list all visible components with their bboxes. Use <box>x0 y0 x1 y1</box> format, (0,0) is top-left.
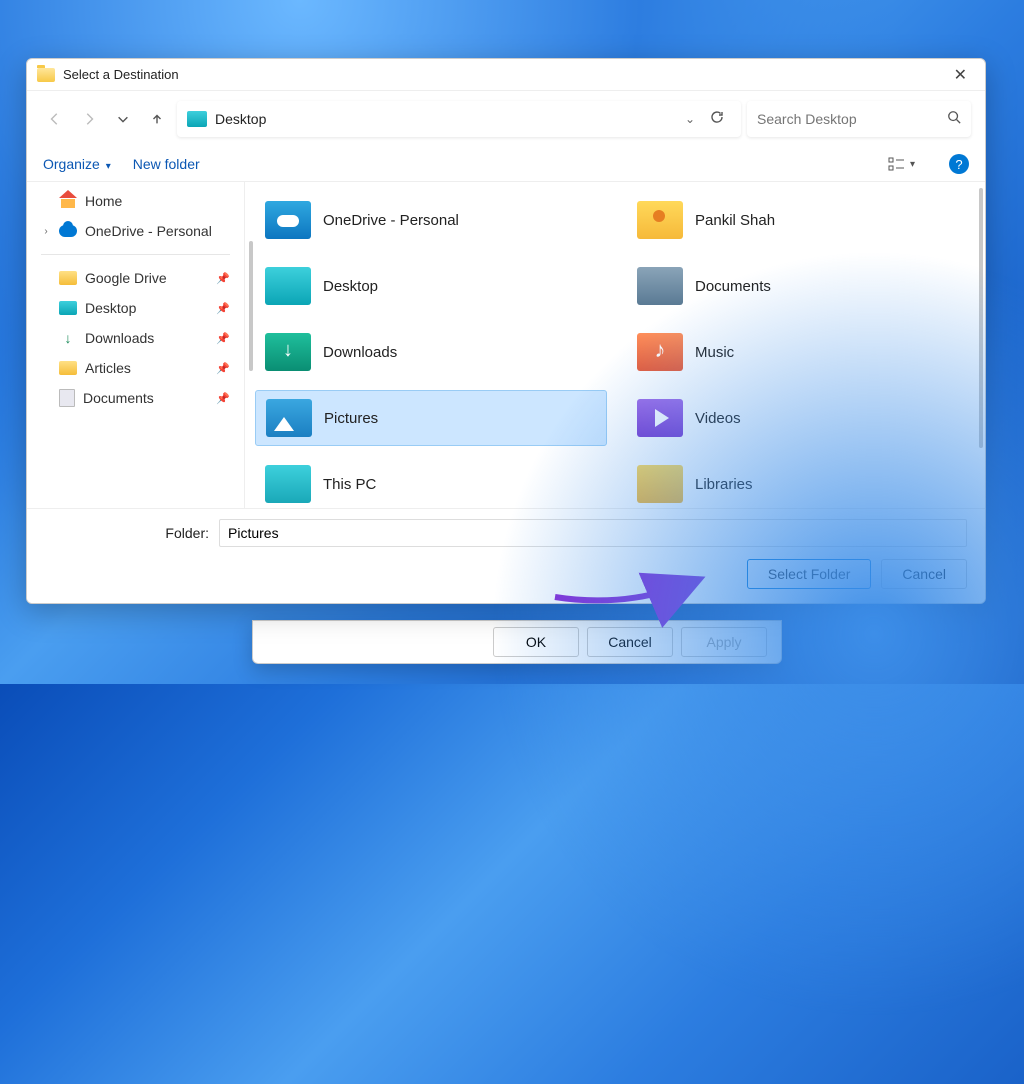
sidebar-item-label: Documents <box>83 390 154 406</box>
folder-icon <box>265 465 311 503</box>
sidebar-item-label: Desktop <box>85 300 136 316</box>
dialog-footer: Folder: Select Folder Cancel <box>27 508 985 603</box>
ok-button[interactable]: OK <box>493 627 579 657</box>
help-button[interactable]: ? <box>949 154 969 174</box>
sidebar-item-label: Google Drive <box>85 270 167 286</box>
cancel-button-parent[interactable]: Cancel <box>587 627 673 657</box>
folder-tile-label: Documents <box>695 278 771 295</box>
select-destination-dialog: Select a Destination ✕ Desktop ⌄ Organiz… <box>26 58 986 604</box>
folder-icon <box>59 361 77 375</box>
dialog-body: Home › OneDrive - Personal Google Drive 📌… <box>27 181 985 508</box>
sidebar-item-pinned[interactable]: Desktop 📌 <box>27 293 244 323</box>
folder-icon <box>637 399 683 437</box>
forward-button[interactable] <box>75 105 103 133</box>
folder-tile[interactable]: Libraries <box>627 456 979 508</box>
folder-tile-label: Pankil Shah <box>695 212 775 229</box>
search-input[interactable] <box>757 111 947 127</box>
sidebar-item-pinned[interactable]: Google Drive 📌 <box>27 263 244 293</box>
folder-tile-label: OneDrive - Personal <box>323 212 459 229</box>
new-folder-button[interactable]: New folder <box>133 156 200 172</box>
folder-icon <box>59 301 77 315</box>
sidebar-item-label: OneDrive - Personal <box>85 223 212 239</box>
nav-sidebar: Home › OneDrive - Personal Google Drive 📌… <box>27 182 245 508</box>
apply-button: Apply <box>681 627 767 657</box>
folder-tile[interactable]: Music <box>627 324 979 380</box>
chevron-down-icon[interactable]: ⌄ <box>685 112 695 126</box>
folder-tile-label: Music <box>695 344 734 361</box>
up-button[interactable] <box>143 105 171 133</box>
desktop-icon <box>187 111 207 127</box>
folder-tile[interactable]: This PC <box>255 456 607 508</box>
folder-icon <box>637 465 683 503</box>
address-bar-text: Desktop <box>215 111 677 127</box>
recent-locations-button[interactable] <box>109 105 137 133</box>
folder-tile-label: Downloads <box>323 344 397 361</box>
folder-icon <box>265 267 311 305</box>
folder-field-label: Folder: <box>45 525 209 541</box>
sidebar-scrollbar[interactable] <box>249 241 253 371</box>
sidebar-item-label: Downloads <box>85 330 154 346</box>
search-icon <box>947 110 961 129</box>
folder-tile-label: Pictures <box>324 410 378 427</box>
folder-icon <box>59 271 77 285</box>
folder-view[interactable]: OneDrive - Personal Pankil Shah Desktop Doc… <box>245 182 985 508</box>
folder-icon <box>637 333 683 371</box>
sidebar-item-pinned[interactable]: ↓ Downloads 📌 <box>27 323 244 353</box>
folder-tile[interactable]: Pankil Shah <box>627 192 979 248</box>
folder-name-input[interactable] <box>219 519 967 547</box>
sidebar-item-pinned[interactable]: Documents 📌 <box>27 383 244 413</box>
organize-menu[interactable]: Organize ▾ <box>43 156 111 172</box>
folder-tile[interactable]: OneDrive - Personal <box>255 192 607 248</box>
sidebar-item-pinned[interactable]: Articles 📌 <box>27 353 244 383</box>
folder-icon <box>637 201 683 239</box>
sidebar-item-label: Home <box>85 193 122 209</box>
annotation-arrow <box>550 567 720 622</box>
folder-icon <box>265 333 311 371</box>
select-folder-button[interactable]: Select Folder <box>747 559 871 589</box>
pin-icon: 📌 <box>216 392 230 405</box>
cancel-button[interactable]: Cancel <box>881 559 967 589</box>
pin-icon: 📌 <box>216 332 230 345</box>
folder-icon <box>265 201 311 239</box>
sidebar-item-home[interactable]: Home <box>27 186 244 216</box>
folder-tile-label: This PC <box>323 476 376 493</box>
folder-tile[interactable]: Pictures <box>255 390 607 446</box>
folder-tile[interactable]: Documents <box>627 258 979 314</box>
view-options-button[interactable]: ▾ <box>888 156 915 172</box>
folder-tile[interactable]: Videos <box>627 390 979 446</box>
titlebar: Select a Destination ✕ <box>27 59 985 91</box>
home-icon <box>59 194 77 208</box>
address-bar[interactable]: Desktop ⌄ <box>177 101 741 137</box>
caret-down-icon: ▾ <box>106 161 111 172</box>
parent-dialog-buttonbar: OK Cancel Apply <box>252 620 782 664</box>
caret-down-icon: ▾ <box>910 159 915 170</box>
close-icon[interactable]: ✕ <box>946 61 975 89</box>
scrollbar[interactable] <box>979 188 983 448</box>
search-box[interactable] <box>747 101 971 137</box>
navigation-row: Desktop ⌄ <box>27 91 985 147</box>
folder-icon <box>37 68 55 82</box>
cloud-icon <box>59 225 77 237</box>
pin-icon: 📌 <box>216 272 230 285</box>
sidebar-item-label: Articles <box>85 360 131 376</box>
folder-icon <box>637 267 683 305</box>
expand-icon[interactable]: › <box>41 226 51 237</box>
folder-tile[interactable]: Desktop <box>255 258 607 314</box>
dialog-title: Select a Destination <box>63 67 179 82</box>
folder-tile-label: Videos <box>695 410 741 427</box>
folder-tile[interactable]: Downloads <box>255 324 607 380</box>
back-button[interactable] <box>41 105 69 133</box>
folder-icon <box>59 389 75 407</box>
folder-icon: ↓ <box>59 331 77 345</box>
sidebar-item-onedrive[interactable]: › OneDrive - Personal <box>27 216 244 246</box>
folder-icon <box>266 399 312 437</box>
folder-tile-label: Desktop <box>323 278 378 295</box>
refresh-button[interactable] <box>703 109 731 130</box>
pin-icon: 📌 <box>216 362 230 375</box>
sidebar-separator <box>41 254 230 255</box>
pin-icon: 📌 <box>216 302 230 315</box>
toolbar: Organize ▾ New folder ▾ ? <box>27 147 985 181</box>
folder-tile-label: Libraries <box>695 476 753 493</box>
